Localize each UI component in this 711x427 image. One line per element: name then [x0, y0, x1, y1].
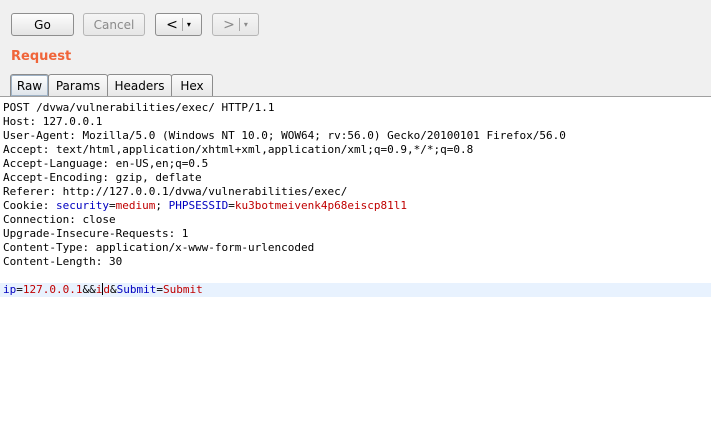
- back-dropdown-icon[interactable]: ▾: [187, 20, 191, 29]
- forward-dropdown-icon[interactable]: ▾: [244, 20, 248, 29]
- tab-raw[interactable]: Raw: [10, 74, 49, 96]
- header-upgrade-insecure: Upgrade-Insecure-Requests: 1: [3, 227, 189, 240]
- header-content-length: Content-Length: 30: [3, 255, 123, 268]
- cookie-value-phpsessid: ku3botmeivenk4p68eiscp81l1: [234, 199, 408, 212]
- header-host: Host: 127.0.0.1: [3, 115, 103, 128]
- request-title: Request: [11, 49, 72, 64]
- cookie-separator: ;: [155, 199, 169, 212]
- header-accept: Accept: text/html,application/xhtml+xml,…: [3, 143, 474, 156]
- body-equals: =: [16, 283, 23, 296]
- tab-headers[interactable]: Headers: [107, 74, 172, 96]
- tab-params[interactable]: Params: [48, 74, 108, 96]
- body-value-submit: Submit: [162, 283, 203, 296]
- toolbar: Go Cancel < ▾ > ▾: [0, 0, 711, 46]
- body-param-ip: ip: [3, 283, 17, 296]
- cookie-prefix: Cookie:: [3, 199, 56, 212]
- request-editor[interactable]: POST /dvwa/vulnerabilities/exec/ HTTP/1.…: [0, 96, 711, 427]
- cookie-equals: =: [228, 199, 235, 212]
- cookie-value-security: medium: [115, 199, 156, 212]
- forward-button[interactable]: > ▾: [212, 13, 259, 36]
- cancel-button[interactable]: Cancel: [83, 13, 145, 36]
- request-tabs: Raw Params Headers Hex: [10, 74, 213, 96]
- header-connection: Connection: close: [3, 213, 116, 226]
- body-ampersand: &: [109, 283, 117, 296]
- go-button[interactable]: Go: [11, 13, 74, 36]
- header-content-type: Content-Type: application/x-www-form-url…: [3, 241, 315, 254]
- forward-arrow-icon: >: [223, 16, 235, 33]
- header-cookie: Cookie: security=medium; PHPSESSID=ku3bo…: [3, 199, 711, 213]
- header-accept-encoding: Accept-Encoding: gzip, deflate: [3, 171, 202, 184]
- body-equals: =: [156, 283, 163, 296]
- cookie-name-security: security: [55, 199, 109, 212]
- body-value-injected-end: d: [103, 283, 110, 296]
- cookie-name-phpsessid: PHPSESSID: [168, 199, 229, 212]
- body-ampersands: &&: [82, 283, 96, 296]
- body-param-submit: Submit: [116, 283, 157, 296]
- header-referer: Referer: http://127.0.0.1/dvwa/vulnerabi…: [3, 185, 348, 198]
- request-body[interactable]: ip=127.0.0.1&&id&Submit=Submit: [0, 283, 711, 297]
- header-accept-language: Accept-Language: en-US,en;q=0.5: [3, 157, 209, 170]
- request-line: POST /dvwa/vulnerabilities/exec/ HTTP/1.…: [3, 101, 275, 114]
- back-button[interactable]: < ▾: [155, 13, 202, 36]
- body-value-injected-start: i: [95, 283, 103, 296]
- body-value-ip: 127.0.0.1: [22, 283, 83, 296]
- back-arrow-icon: <: [166, 16, 178, 33]
- cookie-equals: =: [108, 199, 116, 212]
- tab-hex[interactable]: Hex: [171, 74, 213, 96]
- header-user-agent: User-Agent: Mozilla/5.0 (Windows NT 10.0…: [3, 129, 566, 142]
